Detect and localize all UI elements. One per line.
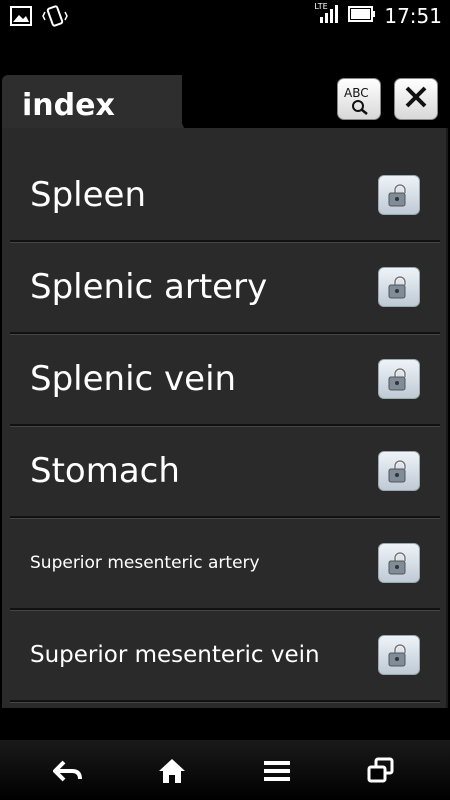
list-item[interactable]: Stomach [10, 426, 440, 518]
lock-icon[interactable] [378, 175, 420, 215]
close-button[interactable] [394, 78, 438, 120]
list-item-label: Spleen [30, 175, 146, 215]
status-bar: LTE 17:51 [0, 0, 450, 32]
list-item[interactable]: Splenic vein [10, 334, 440, 426]
signal-icon: LTE [314, 2, 340, 29]
lock-icon[interactable] [378, 543, 420, 583]
lock-icon[interactable] [378, 451, 420, 491]
list-item-label: Stomach [30, 451, 180, 491]
search-dictionary-icon [351, 99, 369, 119]
gallery-icon [10, 6, 32, 30]
list-item[interactable]: Splenic artery [10, 242, 440, 334]
status-time: 17:51 [384, 4, 442, 28]
battery-icon [348, 5, 376, 27]
index-tab-edge [160, 75, 185, 130]
list-item-label: Superior mesenteric artery [30, 553, 260, 573]
home-icon[interactable] [152, 754, 192, 788]
navigation-bar [0, 740, 450, 800]
page-title: index [22, 88, 115, 123]
list-item-label: Superior mesenteric vein [30, 642, 320, 668]
lock-icon[interactable] [378, 635, 420, 675]
dictionary-search-button[interactable]: ABC [337, 78, 381, 120]
list-item[interactable]: Spleen [10, 150, 440, 242]
menu-icon[interactable] [257, 754, 297, 788]
lock-icon[interactable] [378, 267, 420, 307]
close-icon [403, 84, 429, 114]
list-item[interactable]: Superior mesenteric artery [10, 518, 440, 610]
recent-apps-icon[interactable] [361, 754, 401, 788]
list-item-label: Splenic artery [30, 267, 268, 307]
back-icon[interactable] [48, 754, 88, 788]
list-item-label: Splenic vein [30, 359, 237, 399]
lock-icon[interactable] [378, 359, 420, 399]
search-button-text: ABC [344, 86, 369, 100]
vibrate-icon [42, 4, 68, 32]
list-item[interactable]: Superior mesenteric vein [10, 610, 440, 702]
index-list: Spleen Splenic artery Splenic vein Stoma… [10, 150, 440, 702]
